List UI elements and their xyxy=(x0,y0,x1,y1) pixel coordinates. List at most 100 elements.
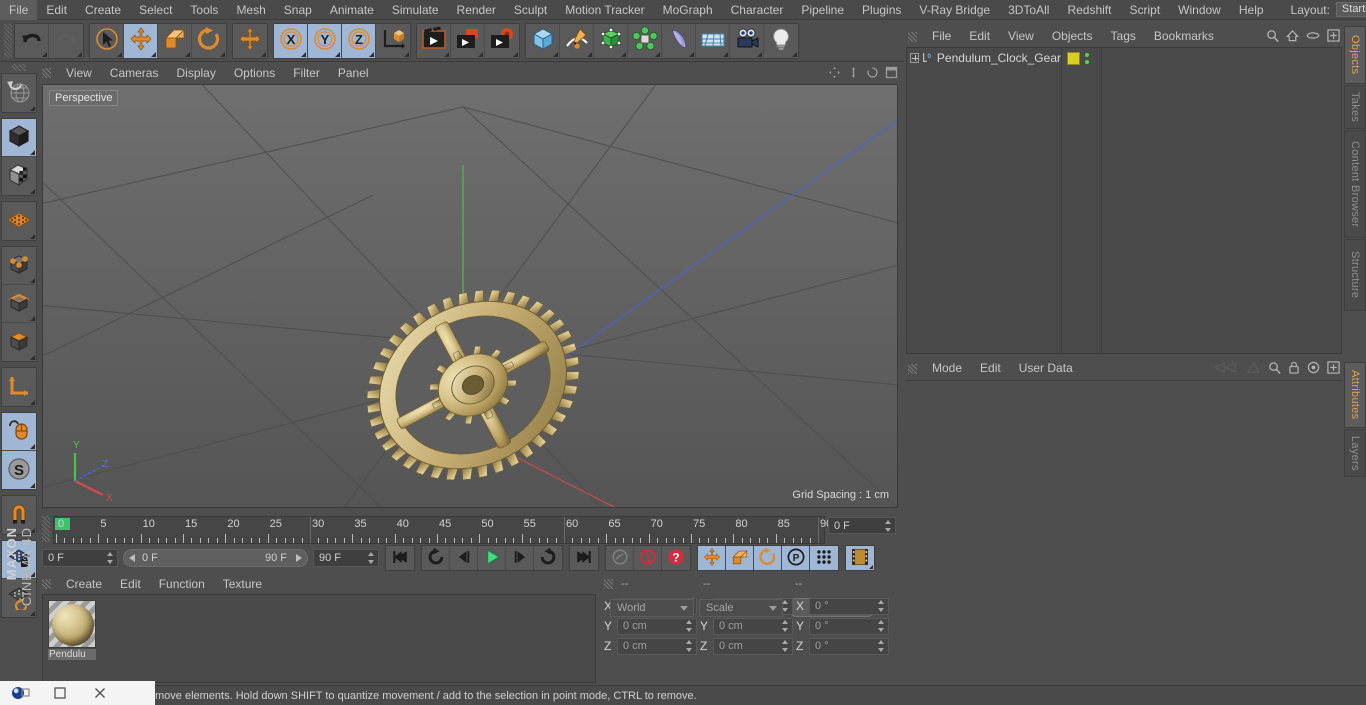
size-z-field[interactable]: 0 cm xyxy=(713,637,793,655)
vtab-takes[interactable]: Takes xyxy=(1344,85,1366,129)
rotate-view-icon[interactable] xyxy=(866,66,879,79)
vtab-attributes[interactable]: Attributes xyxy=(1344,362,1366,428)
pan-icon[interactable] xyxy=(828,66,841,79)
size-y-spinner[interactable] xyxy=(782,620,789,632)
viewport-solo-mouse-button[interactable] xyxy=(2,413,36,451)
lock-icon[interactable] xyxy=(1288,361,1300,374)
menu-item-plugins[interactable]: Plugins xyxy=(853,0,910,20)
object-menu-edit[interactable]: Edit xyxy=(960,26,999,47)
range-end-field[interactable]: 90 F xyxy=(313,549,379,567)
arrow-left-nav-icon[interactable] xyxy=(1213,361,1239,374)
current-frame-field[interactable]: 0 F xyxy=(828,517,896,534)
key-scale-button[interactable] xyxy=(726,546,754,570)
frame-left-spinner[interactable] xyxy=(107,552,114,564)
toolbar-grip[interactable] xyxy=(4,23,12,58)
timeline-ruler[interactable]: 0 5 10 15 20 25 30 35 40 45 50 55 60 65 70 75 80 85 90 xyxy=(53,516,832,544)
plus-box-icon[interactable] xyxy=(1327,361,1340,374)
rotation-z-field[interactable]: 0 ° xyxy=(809,637,889,655)
go-to-start-button[interactable] xyxy=(386,546,414,570)
plus-box-icon[interactable] xyxy=(1327,29,1340,42)
object-menu-objects[interactable]: Objects xyxy=(1043,26,1102,47)
menu-item-file[interactable]: File xyxy=(0,0,38,20)
vtab-content-browser[interactable]: Content Browser xyxy=(1344,130,1366,238)
object-menu-file[interactable]: File xyxy=(923,26,960,47)
x-axis-button[interactable]: X xyxy=(274,23,308,58)
workplane-rotate-button[interactable] xyxy=(2,579,36,617)
material-list[interactable]: Pendulu xyxy=(42,594,596,683)
menu-item-tools[interactable]: Tools xyxy=(181,0,227,20)
go-to-end-button[interactable] xyxy=(570,546,598,570)
left-toolbar-grip[interactable] xyxy=(12,64,26,71)
move-button[interactable] xyxy=(124,23,158,58)
coordinates-grip[interactable] xyxy=(604,578,613,589)
vtab-objects[interactable]: Objects xyxy=(1344,26,1366,84)
search-icon[interactable] xyxy=(1266,29,1279,42)
menu-item-window[interactable]: Window xyxy=(1169,0,1230,20)
window-icon[interactable] xyxy=(40,681,80,705)
expand-icon[interactable] xyxy=(910,53,919,63)
search-icon[interactable] xyxy=(1268,361,1281,374)
key-dots-button[interactable] xyxy=(810,546,838,570)
menu-item-motion-tracker[interactable]: Motion Tracker xyxy=(556,0,653,20)
workplane-lock-button[interactable] xyxy=(2,541,36,579)
loop-forward-button[interactable] xyxy=(534,546,562,570)
attributes-grip[interactable] xyxy=(908,363,917,374)
viewport-menu-cameras[interactable]: Cameras xyxy=(101,62,168,84)
timeline-filmstrip-button[interactable] xyxy=(846,546,874,570)
vtab-structure[interactable]: Structure xyxy=(1344,239,1366,311)
menu-item-edit[interactable]: Edit xyxy=(37,0,76,20)
menu-item-v-ray-bridge[interactable]: V-Ray Bridge xyxy=(910,0,999,20)
target-icon[interactable] xyxy=(1307,361,1320,374)
texture-mode-button[interactable] xyxy=(2,157,36,195)
y-axis-button[interactable]: Y xyxy=(308,23,342,58)
record-key-button[interactable] xyxy=(606,546,634,570)
live-selection-button[interactable] xyxy=(90,23,124,58)
material-thumbnail[interactable] xyxy=(48,600,96,648)
move-axis-button[interactable] xyxy=(233,23,267,58)
layout-dropdown[interactable]: Startup xyxy=(1335,2,1366,17)
timeline-grip[interactable] xyxy=(42,516,50,542)
array-mograph-button[interactable] xyxy=(628,23,662,58)
camera-button[interactable] xyxy=(730,23,764,58)
arrow-up-nav-icon[interactable] xyxy=(1246,361,1261,374)
rotation-x-spinner[interactable] xyxy=(878,600,885,612)
object-tree[interactable]: 0 Pendulum_Clock_Gear xyxy=(906,47,1342,354)
material-menu-function[interactable]: Function xyxy=(150,574,214,594)
material-item[interactable]: Pendulu xyxy=(48,600,98,660)
menu-item-animate[interactable]: Animate xyxy=(321,0,383,20)
scale-button[interactable] xyxy=(158,23,192,58)
preview-range-slider[interactable]: 0 F 90 F xyxy=(123,549,308,567)
play-button[interactable] xyxy=(478,546,506,570)
maximize-view-icon[interactable] xyxy=(885,66,898,79)
position-y-field[interactable]: 0 cm xyxy=(617,617,697,635)
attributes-menu-edit[interactable]: Edit xyxy=(971,358,1010,379)
polygon-mode-button[interactable] xyxy=(2,323,36,361)
generator-nurbs-button[interactable] xyxy=(594,23,628,58)
viewport-menu-view[interactable]: View xyxy=(57,62,101,84)
step-back-button[interactable] xyxy=(450,546,478,570)
size-x-spinner[interactable] xyxy=(782,600,789,612)
range-field-spinner[interactable] xyxy=(368,552,375,564)
material-tag-icon[interactable] xyxy=(1067,51,1080,65)
undo-button[interactable] xyxy=(15,23,49,58)
menu-item-3dtoall[interactable]: 3DToAll xyxy=(999,0,1058,20)
dolly-icon[interactable] xyxy=(847,66,860,79)
object-menu-bookmarks[interactable]: Bookmarks xyxy=(1145,26,1223,47)
redo-button[interactable] xyxy=(49,23,83,58)
material-grip[interactable] xyxy=(42,579,51,589)
spline-pen-button[interactable] xyxy=(560,23,594,58)
menu-item-create[interactable]: Create xyxy=(76,0,130,20)
model-mode-button[interactable] xyxy=(2,119,36,157)
viewport-grip[interactable] xyxy=(42,68,51,78)
menu-item-character[interactable]: Character xyxy=(722,0,793,20)
viewport-menu-panel[interactable]: Panel xyxy=(329,62,378,84)
deformer-bend-button[interactable] xyxy=(662,23,696,58)
material-menu-texture[interactable]: Texture xyxy=(214,574,271,594)
range-right-arrow-icon[interactable] xyxy=(296,554,302,562)
vtab-layers[interactable]: Layers xyxy=(1344,429,1366,477)
attributes-menu-user-data[interactable]: User Data xyxy=(1010,358,1082,379)
menu-item-render[interactable]: Render xyxy=(448,0,505,20)
rotation-y-spinner[interactable] xyxy=(878,620,885,632)
step-forward-button[interactable] xyxy=(506,546,534,570)
close-icon[interactable] xyxy=(80,681,120,705)
